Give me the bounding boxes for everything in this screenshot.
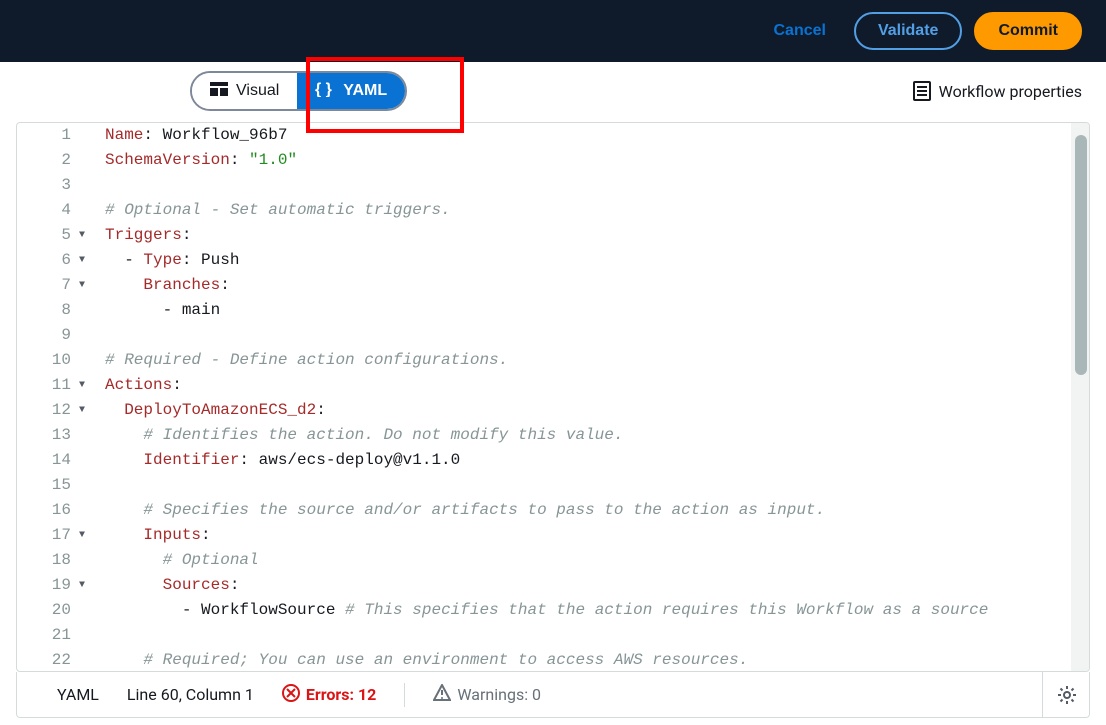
gutter-line: 20 xyxy=(17,598,85,623)
status-bar: YAML Line 60, Column 1 Errors: 12 Warnin… xyxy=(16,672,1090,718)
gutter-line: 9 xyxy=(17,323,85,348)
code-line[interactable]: # Specifies the source and/or artifacts … xyxy=(105,498,1089,523)
cancel-button[interactable]: Cancel xyxy=(757,14,841,48)
view-toggle: Visual { } YAML xyxy=(190,71,407,111)
gutter-line: 22 xyxy=(17,648,85,671)
commit-button[interactable]: Commit xyxy=(974,12,1082,50)
code-line[interactable]: # Identifies the action. Do not modify t… xyxy=(105,423,1089,448)
yaml-tab-label: YAML xyxy=(343,82,387,100)
top-bar: Cancel Validate Commit xyxy=(0,0,1106,62)
code-line[interactable] xyxy=(105,473,1089,498)
code-line[interactable]: Identifier: aws/ecs-deploy@v1.1.0 xyxy=(105,448,1089,473)
visual-tab-label: Visual xyxy=(236,82,279,100)
workflow-properties-label: Workflow properties xyxy=(939,82,1082,101)
gutter-line: 19▼ xyxy=(17,573,85,598)
code-line[interactable]: # Required; You can use an environment t… xyxy=(105,648,1089,671)
status-warnings-label: Warnings: 0 xyxy=(457,685,541,704)
layout-icon xyxy=(210,82,228,101)
gutter-line: 13 xyxy=(17,423,85,448)
status-warnings[interactable]: Warnings: 0 xyxy=(433,684,541,706)
code-line[interactable]: - WorkflowSource # This specifies that t… xyxy=(105,598,1089,623)
status-divider xyxy=(404,683,405,707)
gutter-line: 7▼ xyxy=(17,273,85,298)
gutter-line: 14 xyxy=(17,448,85,473)
gutter-line: 6▼ xyxy=(17,248,85,273)
code-line[interactable]: # Optional xyxy=(105,548,1089,573)
gutter-line: 18 xyxy=(17,548,85,573)
validate-button[interactable]: Validate xyxy=(854,12,962,50)
fold-toggle[interactable]: ▼ xyxy=(75,273,85,298)
code-line[interactable]: Inputs: xyxy=(105,523,1089,548)
code-line[interactable]: - main xyxy=(105,298,1089,323)
fold-toggle[interactable]: ▼ xyxy=(75,398,85,423)
gutter-line: 4 xyxy=(17,198,85,223)
fold-toggle[interactable]: ▼ xyxy=(75,248,85,273)
code-line[interactable]: Name: Workflow_96b7 xyxy=(105,123,1089,148)
code-line[interactable] xyxy=(105,323,1089,348)
fold-toggle[interactable]: ▼ xyxy=(75,573,85,598)
code-line[interactable]: Branches: xyxy=(105,273,1089,298)
code-line[interactable]: Triggers: xyxy=(105,223,1089,248)
code-editor[interactable]: 12345▼6▼7▼891011▼12▼1314151617▼1819▼2021… xyxy=(16,122,1090,672)
scrollbar-track[interactable] xyxy=(1071,123,1089,671)
svg-text:{ }: { } xyxy=(315,81,332,97)
code-line[interactable]: SchemaVersion: "1.0" xyxy=(105,148,1089,173)
properties-icon xyxy=(913,81,931,101)
code-line[interactable]: Sources: xyxy=(105,573,1089,598)
gutter-line: 16 xyxy=(17,498,85,523)
braces-icon: { } xyxy=(315,81,335,102)
status-errors[interactable]: Errors: 12 xyxy=(282,684,376,706)
gutter-line: 10 xyxy=(17,348,85,373)
code-line[interactable]: Actions: xyxy=(105,373,1089,398)
code-area[interactable]: Name: Workflow_96b7SchemaVersion: "1.0" #… xyxy=(93,123,1089,671)
code-line[interactable] xyxy=(105,623,1089,648)
gutter-line: 11▼ xyxy=(17,373,85,398)
status-settings-button[interactable] xyxy=(1042,672,1077,717)
code-line[interactable]: DeployToAmazonECS_d2: xyxy=(105,398,1089,423)
fold-toggle[interactable]: ▼ xyxy=(75,523,85,548)
visual-tab[interactable]: Visual xyxy=(192,73,297,109)
workflow-properties-button[interactable]: Workflow properties xyxy=(913,81,1082,101)
gutter-line: 21 xyxy=(17,623,85,648)
editor-toolbar: Visual { } YAML Workflow properties xyxy=(0,62,1106,120)
code-line[interactable]: # Required - Define action configuration… xyxy=(105,348,1089,373)
gutter-line: 1 xyxy=(17,123,85,148)
fold-toggle[interactable]: ▼ xyxy=(75,373,85,398)
code-line[interactable]: # Optional - Set automatic triggers. xyxy=(105,198,1089,223)
yaml-tab[interactable]: { } YAML xyxy=(297,73,405,109)
status-cursor-position: Line 60, Column 1 xyxy=(127,685,254,704)
gutter-line: 12▼ xyxy=(17,398,85,423)
gear-icon xyxy=(1057,685,1077,705)
gutter-line: 5▼ xyxy=(17,223,85,248)
gutter-line: 3 xyxy=(17,173,85,198)
status-errors-label: Errors: 12 xyxy=(306,685,376,704)
error-icon xyxy=(282,684,300,706)
gutter-line: 8 xyxy=(17,298,85,323)
fold-toggle[interactable]: ▼ xyxy=(75,223,85,248)
gutter-line: 2 xyxy=(17,148,85,173)
gutter-line: 15 xyxy=(17,473,85,498)
line-gutter: 12345▼6▼7▼891011▼12▼1314151617▼1819▼2021… xyxy=(17,123,93,671)
warning-icon xyxy=(433,684,451,706)
gutter-line: 17▼ xyxy=(17,523,85,548)
status-mode: YAML xyxy=(57,685,99,704)
scrollbar-thumb[interactable] xyxy=(1075,135,1087,375)
code-line[interactable]: - Type: Push xyxy=(105,248,1089,273)
code-line[interactable] xyxy=(105,173,1089,198)
